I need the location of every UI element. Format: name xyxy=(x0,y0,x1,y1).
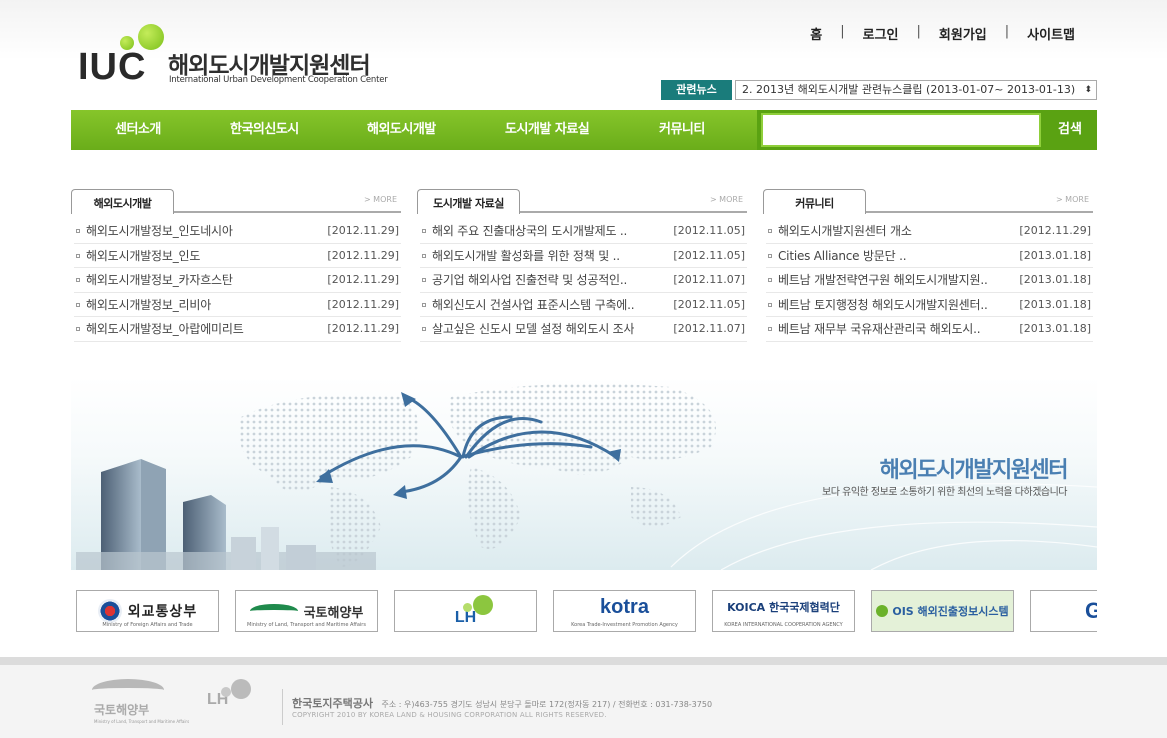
bullet-icon xyxy=(422,327,426,331)
main-nav-bar: 센터소개 한국의신도시 해외도시개발 도시개발 자료실 커뮤니티 검색 xyxy=(71,110,1097,150)
bullet-icon xyxy=(76,253,80,258)
bullet-icon xyxy=(768,229,772,233)
partner-mltm[interactable]: 국토해양부 Ministry of Land, Transport and Ma… xyxy=(235,590,378,632)
list-item[interactable]: 해외도시개발정보_인도 [2012.11.29] xyxy=(74,244,401,268)
separator: | xyxy=(916,24,921,39)
mltm-swoosh-icon xyxy=(92,679,164,701)
footer-org: 한국토지주택공사 xyxy=(292,697,373,710)
related-news-select[interactable]: 2. 2013년 해외도시개발 관련뉴스클립 (2013-01-07~ 2013… xyxy=(735,80,1097,100)
bullet-icon xyxy=(768,253,772,258)
top-nav-signup[interactable]: 회원가입 xyxy=(933,24,993,43)
bullet-icon xyxy=(76,302,80,307)
gnb-item-overseas-dev[interactable]: 해외도시개발 xyxy=(367,110,436,150)
logo-dot-large-icon xyxy=(138,24,164,50)
separator: | xyxy=(1004,24,1010,39)
mofat-emblem-icon xyxy=(97,599,122,623)
banner-title: 해외도시개발지원센터 xyxy=(879,458,1069,483)
select-arrows-icon: ⬍ xyxy=(1084,85,1092,95)
divider xyxy=(282,689,283,725)
bullet-icon xyxy=(422,302,426,307)
more-link[interactable]: > MORE xyxy=(710,195,743,204)
top-nav-home[interactable]: 홈 xyxy=(804,24,828,43)
bullet-icon xyxy=(76,229,80,233)
logo-abbr: IUC xyxy=(78,46,147,88)
board-tab[interactable]: 도시개발 자료실 xyxy=(417,189,520,214)
banner-subtitle: 보다 유익한 정보로 소통하기 위한 최선의 노력을 다하겠습니다 xyxy=(822,487,1067,498)
search-input[interactable] xyxy=(761,113,1041,147)
list-item[interactable]: 베트남 재무부 국유재산관리국 해외도시.. [2013.01.18] xyxy=(766,317,1093,342)
top-utility-nav: 홈 | 로그인 | 회원가입 | 사이트맵 xyxy=(804,24,1081,43)
top-nav-sitemap[interactable]: 사이트맵 xyxy=(1021,24,1081,43)
list-item[interactable]: 해외 주요 진출대상국의 도시개발제도 .. [2012.11.05] xyxy=(420,219,747,244)
mltm-swoosh-icon xyxy=(249,604,298,618)
main-banner: 해외도시개발지원센터 보다 유익한 정보로 소통하기 위한 최선의 노력을 다하… xyxy=(71,377,1097,570)
partner-ois[interactable]: OIS 해외진출정보시스템 xyxy=(871,590,1014,632)
bullet-icon xyxy=(422,253,426,258)
footer-logo-mltm[interactable]: 국토해양부 Ministry of Land, Transport and Ma… xyxy=(90,679,189,727)
list-item[interactable]: 살고싶은 신도시 모델 설정 해외도시 조사 [2012.11.07] xyxy=(420,317,747,342)
lh-dot-small-icon xyxy=(221,687,231,697)
partner-logos: 외교통상부 Ministry of Foreign Affairs and Tr… xyxy=(76,590,1097,632)
lh-dot-large-icon xyxy=(231,679,251,699)
list-item[interactable]: 해외도시개발지원센터 개소 [2012.11.29] xyxy=(766,219,1093,244)
list-item[interactable]: 해외도시개발정보_인도네시아 [2012.11.29] xyxy=(74,219,401,244)
partner-lh[interactable]: LH xyxy=(394,590,537,632)
bullet-icon xyxy=(422,229,426,233)
logo-subtitle: International Urban Development Cooperat… xyxy=(169,75,388,85)
site-footer: 국토해양부 Ministry of Land, Transport and Ma… xyxy=(0,657,1167,738)
partner-koica[interactable]: KOICA 한국국제협력단 KOREA INTERNATIONAL COOPER… xyxy=(712,590,855,632)
separator: | xyxy=(840,24,845,39)
bullet-icon xyxy=(76,327,80,331)
list-item[interactable]: 베트남 개발전략연구원 해외도시개발지원.. [2013.01.18] xyxy=(766,268,1093,293)
list-item[interactable]: 해외도시개발정보_아랍에미리트 [2012.11.29] xyxy=(74,317,401,342)
list-item[interactable]: 해외도시개발정보_카자흐스탄 [2012.11.29] xyxy=(74,268,401,293)
list-item[interactable]: 해외도시개발정보_리비아 [2012.11.29] xyxy=(74,293,401,317)
gnb-item-archive[interactable]: 도시개발 자료실 xyxy=(505,110,590,150)
list-item[interactable]: 공기업 해외사업 진출전략 및 성공적인.. [2012.11.07] xyxy=(420,268,747,293)
ois-dots-icon xyxy=(876,605,889,617)
list-item[interactable]: 해외신도시 건설사업 표준시스템 구축에.. [2012.11.05] xyxy=(420,293,747,317)
list-item[interactable]: 베트남 토지행정청 해외도시개발지원센터.. [2013.01.18] xyxy=(766,293,1093,317)
board-tab[interactable]: 해외도시개발 xyxy=(71,189,174,214)
footer-address: 한국토지주택공사 주소 : 우)463-755 경기도 성남시 분당구 돌마로 … xyxy=(292,697,713,710)
bullet-icon xyxy=(768,302,772,307)
partner-kotra[interactable]: kotra Korea Trade-Investment Promotion A… xyxy=(553,590,696,632)
lh-dots-icon xyxy=(473,595,493,615)
search-box: 검색 xyxy=(757,110,1097,150)
top-nav-login[interactable]: 로그인 xyxy=(857,24,905,43)
board-tab[interactable]: 커뮤니티 xyxy=(763,189,866,214)
bullet-icon xyxy=(768,327,772,331)
related-news-selected: 2. 2013년 해외도시개발 관련뉴스클립 (2013-01-07~ 2013… xyxy=(742,83,1076,96)
list-item[interactable]: 해외도시개발 활성화를 위한 정책 및 .. [2012.11.05] xyxy=(420,244,747,268)
gnb-item-center-intro[interactable]: 센터소개 xyxy=(115,110,161,150)
list-item[interactable]: Cities Alliance 방문단 .. [2013.01.18] xyxy=(766,244,1093,268)
footer-logo-lh[interactable]: LH xyxy=(207,679,251,709)
bullet-icon xyxy=(76,278,80,282)
bullet-icon xyxy=(768,278,772,282)
search-button[interactable]: 검색 xyxy=(1043,110,1097,150)
footer-copyright: COPYRIGHT 2010 BY KOREA LAND & HOUSING C… xyxy=(292,711,607,719)
logo-dot-small-icon xyxy=(120,36,134,50)
site-logo[interactable]: IUC 해외도시개발지원센터 International Urban Devel… xyxy=(78,24,418,88)
gnb-item-community[interactable]: 커뮤니티 xyxy=(659,110,705,150)
more-link[interactable]: > MORE xyxy=(364,195,397,204)
gnb-item-korea-newtown[interactable]: 한국의신도시 xyxy=(230,110,299,150)
partner-gd[interactable]: GD xyxy=(1030,590,1097,632)
related-news-label: 관련뉴스 xyxy=(661,80,732,100)
more-link[interactable]: > MORE xyxy=(1056,195,1089,204)
lh-dot-small-icon xyxy=(463,603,472,612)
partner-mofat[interactable]: 외교통상부 Ministry of Foreign Affairs and Tr… xyxy=(76,590,219,632)
bullet-icon xyxy=(422,278,426,282)
